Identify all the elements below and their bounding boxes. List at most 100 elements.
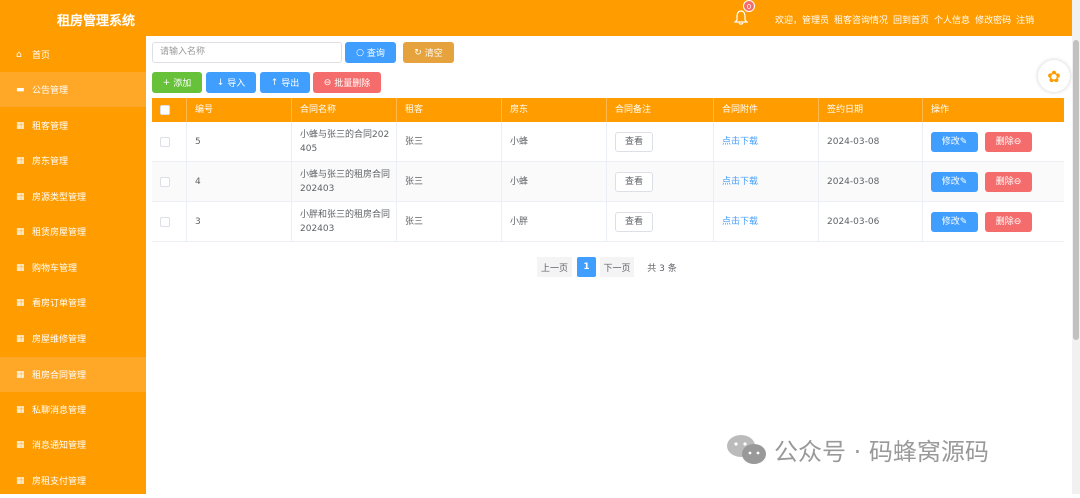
edit-button[interactable]: 修改 ✎ — [931, 132, 978, 152]
sidebar-item-notice[interactable]: ▬ 公告管理 — [0, 72, 146, 107]
download-link[interactable]: 点击下载 — [722, 135, 758, 149]
home-icon: ⌂ — [16, 49, 22, 60]
delete-button[interactable]: 删除 ⊖ — [985, 132, 1032, 152]
header-landlord: 房东 — [502, 98, 607, 122]
sidebar-item-tenant[interactable]: ▦ 租客管理 — [0, 108, 146, 143]
sidebar-item-private-message[interactable]: ▦ 私聊消息管理 — [0, 392, 146, 427]
cell-tenant: 张三 — [397, 162, 502, 202]
add-label: 添加 — [173, 79, 192, 89]
edit-label: 修改 — [941, 217, 960, 227]
row-select-cell — [152, 162, 187, 202]
sidebar-item-label: 私聊消息管理 — [32, 406, 87, 416]
grid-icon: ▦ — [16, 369, 25, 380]
grid-icon: ▦ — [16, 262, 25, 273]
sidebar-item-cart[interactable]: ▦ 购物车管理 — [0, 250, 146, 285]
view-note-button[interactable]: 查看 — [615, 132, 653, 152]
export-button[interactable]: ↑ 导出 — [260, 72, 310, 93]
edit-label: 修改 — [941, 137, 960, 147]
edit-button[interactable]: 修改 ✎ — [931, 172, 978, 192]
sidebar-item-rent-payment[interactable]: ▦ 房租支付管理 — [0, 463, 146, 498]
import-button[interactable]: ↓ 导入 — [206, 72, 256, 93]
scrollbar-thumb[interactable] — [1073, 40, 1079, 340]
cell-tenant: 张三 — [397, 202, 502, 242]
next-page-button[interactable]: 下一页 — [600, 257, 634, 277]
header-note: 合同备注 — [607, 98, 714, 122]
delete-button[interactable]: 删除 ⊖ — [985, 212, 1032, 232]
cell-actions: 修改 ✎ 删除 ⊖ — [923, 162, 1064, 202]
cell-id: 4 — [187, 162, 292, 202]
reset-button[interactable]: ↻ 清空 — [403, 42, 454, 63]
contract-name-line1: 小蜂与张三的租房合同 — [300, 170, 391, 180]
sidebar-item-label: 看房订单管理 — [32, 299, 87, 309]
header-tenant: 租客 — [397, 98, 502, 122]
cell-note: 查看 — [607, 162, 714, 202]
cell-sign-date: 2024-03-08 — [819, 162, 923, 202]
batch-delete-button[interactable]: ⊖ 批量删除 — [313, 72, 381, 93]
import-label: 导入 — [227, 79, 246, 89]
sidebar-item-label: 消息通知管理 — [32, 441, 87, 451]
grid-icon: ▦ — [16, 404, 25, 415]
floating-assistant-icon[interactable]: ✿ — [1038, 60, 1070, 92]
home-link[interactable]: 回到首页 — [893, 13, 929, 26]
edit-button[interactable]: 修改 ✎ — [931, 212, 978, 232]
contract-name-line2: 202403 — [300, 184, 335, 194]
search-icon: ○ — [356, 47, 367, 58]
sidebar-item-label: 公告管理 — [32, 86, 69, 96]
grid-icon: ▦ — [16, 333, 25, 344]
cell-attachment: 点击下载 — [714, 122, 819, 162]
cell-landlord: 小蜂 — [502, 162, 607, 202]
contract-name-line2: 405 — [300, 144, 318, 154]
profile-link[interactable]: 个人信息 — [934, 13, 970, 26]
header-links: 欢迎，管理员 租客咨询情况 回到首页 个人信息 修改密码 注销 — [775, 13, 1034, 26]
row-select-cell — [152, 122, 187, 162]
cell-landlord: 小蜂 — [502, 122, 607, 162]
cell-attachment: 点击下载 — [714, 202, 819, 242]
row-checkbox[interactable] — [160, 137, 170, 147]
change-password-link[interactable]: 修改密码 — [975, 13, 1011, 26]
prev-page-button[interactable]: 上一页 — [537, 257, 572, 277]
sidebar-item-viewing-order[interactable]: ▦ 看房订单管理 — [0, 285, 146, 320]
export-label: 导出 — [281, 79, 300, 89]
welcome-text: 欢迎，管理员 — [775, 16, 830, 26]
cell-id: 3 — [187, 202, 292, 242]
sidebar-item-label: 房租支付管理 — [32, 477, 87, 487]
query-button[interactable]: ○ 查询 — [345, 42, 396, 63]
sidebar-item-house-type[interactable]: ▦ 房源类型管理 — [0, 179, 146, 214]
view-note-button[interactable]: 查看 — [615, 172, 653, 192]
sidebar-item-notification[interactable]: ▦ 消息通知管理 — [0, 427, 146, 462]
header-id: 编号 — [187, 98, 292, 122]
sidebar-item-home[interactable]: ⌂ 首页 — [0, 37, 146, 72]
cell-attachment: 点击下载 — [714, 162, 819, 202]
sidebar-item-repair[interactable]: ▦ 房屋维修管理 — [0, 321, 146, 356]
logout-link[interactable]: 注销 — [1016, 13, 1034, 26]
download-link[interactable]: 点击下载 — [722, 215, 758, 229]
reset-label: 清空 — [424, 49, 443, 59]
sidebar-item-contract[interactable]: ▦ 租房合同管理 — [0, 357, 146, 392]
cell-landlord: 小胖 — [502, 202, 607, 242]
sidebar-item-label: 购物车管理 — [32, 264, 78, 274]
sidebar-item-landlord[interactable]: ▦ 房东管理 — [0, 143, 146, 178]
delete-label: 删除 — [995, 177, 1014, 187]
cell-note: 查看 — [607, 122, 714, 162]
download-link[interactable]: 点击下载 — [722, 175, 758, 189]
minus-circle-icon: ⊖ — [1013, 177, 1022, 187]
contract-name-line2: 202403 — [300, 224, 335, 234]
search-input[interactable]: 请输入名称 — [152, 42, 342, 63]
delete-button[interactable]: 删除 ⊖ — [985, 172, 1032, 192]
select-all-checkbox[interactable] — [160, 105, 170, 115]
sidebar-item-rental-house[interactable]: ▦ 租赁房屋管理 — [0, 214, 146, 249]
page-1-button[interactable]: 1 — [577, 257, 596, 277]
row-checkbox[interactable] — [160, 177, 170, 187]
row-checkbox[interactable] — [160, 217, 170, 227]
cell-sign-date: 2024-03-06 — [819, 202, 923, 242]
table-row: 3 小胖和张三的租房合同 202403 张三 小胖 查看 点击下载 2024-03… — [152, 202, 1064, 242]
cell-actions: 修改 ✎ 删除 ⊖ — [923, 202, 1064, 242]
tenant-consult-link[interactable]: 租客咨询情况 — [834, 13, 888, 26]
view-note-button[interactable]: 查看 — [615, 212, 653, 232]
notification-badge: 0 — [743, 0, 755, 12]
bell-icon[interactable] — [734, 10, 748, 26]
add-button[interactable]: + 添加 — [152, 72, 202, 93]
table-header: 编号 合同名称 租客 房东 合同备注 合同附件 签约日期 操作 — [152, 98, 1064, 122]
cell-note: 查看 — [607, 202, 714, 242]
edit-icon: ✎ — [959, 217, 968, 227]
